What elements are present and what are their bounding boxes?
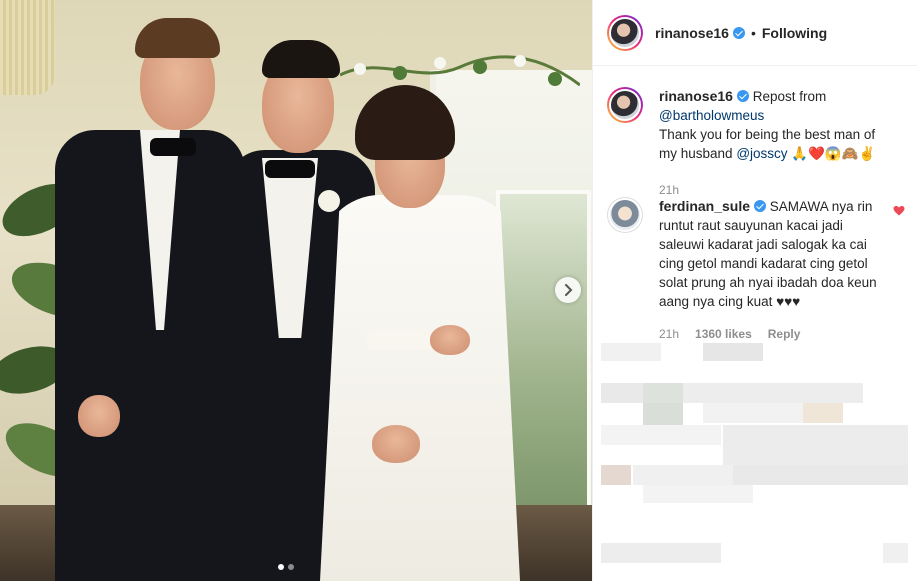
repost-prefix: Repost from: [752, 89, 827, 104]
caption-mention-link[interactable]: @josscy: [736, 146, 787, 161]
carousel-next-button[interactable]: [555, 277, 581, 303]
heart-icon[interactable]: [893, 205, 905, 217]
post-photo[interactable]: [0, 0, 592, 581]
carousel-dot-active: [278, 564, 284, 570]
comment-time[interactable]: 21h: [659, 325, 679, 344]
caption: rinanose16 Repost from @bartholowmeus Th…: [607, 87, 907, 200]
verified-badge-icon: [754, 200, 767, 212]
separator-dot: •: [750, 24, 756, 41]
following-button[interactable]: Following: [762, 25, 827, 41]
comment-reply-button[interactable]: Reply: [768, 325, 801, 344]
caption-emojis: 🙏❤️😱🙈✌️: [791, 146, 876, 161]
caption-avatar[interactable]: [607, 87, 643, 123]
author-avatar[interactable]: [607, 14, 643, 51]
author-username[interactable]: rinanose16: [655, 25, 729, 41]
verified-badge-icon: [736, 90, 749, 102]
verified-badge-icon: [732, 26, 745, 39]
repost-handle-link[interactable]: @bartholowmeus: [659, 108, 764, 123]
chevron-right-icon: [565, 284, 573, 296]
carousel-dot: [288, 564, 294, 570]
comment-avatar[interactable]: [607, 197, 643, 233]
carousel-indicator: [278, 564, 294, 570]
lamp-shade: [0, 0, 55, 95]
comment-text: SAMAWA nya rin runtut raut sauyunan kaca…: [659, 199, 877, 309]
caption-username[interactable]: rinanose16: [659, 88, 733, 104]
comment-username[interactable]: ferdinan_sule: [659, 198, 750, 214]
comment-item: ferdinan_sule SAMAWA nya rin runtut raut…: [607, 197, 907, 344]
post-side-panel: rinanose16 • Following rinanose16 Repost…: [592, 0, 917, 581]
post-header: rinanose16 • Following: [593, 0, 917, 66]
comment-likes[interactable]: 1360 likes: [695, 325, 752, 344]
